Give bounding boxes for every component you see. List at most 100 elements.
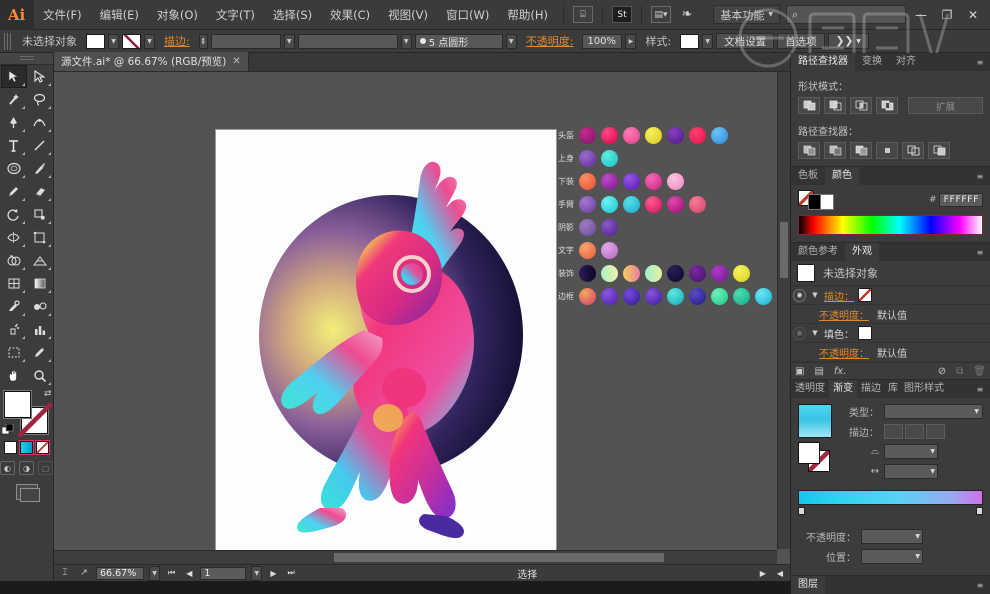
stroke-weight-stepper[interactable]: ▲ ▼ <box>198 33 208 49</box>
tab-color[interactable]: 颜色 <box>825 167 859 185</box>
full-screen-menu-mode-icon[interactable]: ◑ <box>19 461 34 475</box>
document-tab[interactable]: 源文件.ai* @ 66.67% (RGB/预览) ✕ <box>54 52 249 71</box>
hex-value-field[interactable]: FFFFFF <box>939 193 983 207</box>
stroke-dropdown-caret[interactable]: ▼ <box>144 33 155 49</box>
merge-icon[interactable] <box>850 142 872 159</box>
mesh-tool[interactable] <box>1 272 27 295</box>
artboard-number-field[interactable]: 1 <box>200 566 247 580</box>
lasso-tool[interactable] <box>27 88 53 111</box>
tab-layers[interactable]: 图层 <box>791 576 825 594</box>
control-bar-grip[interactable] <box>4 32 11 50</box>
swatch-dot[interactable] <box>601 242 618 259</box>
artboard-tool[interactable] <box>1 341 27 364</box>
swatch-dot[interactable] <box>645 196 662 213</box>
zoom-level-caret[interactable]: ▼ <box>149 565 160 581</box>
eyedropper-tool[interactable] <box>1 295 27 318</box>
symbol-sprayer-tool[interactable] <box>1 318 27 341</box>
minimize-button[interactable]: — <box>914 8 928 22</box>
panel-menu-icon[interactable]: ≡ <box>974 57 986 67</box>
toolbox-grip[interactable] <box>0 53 53 65</box>
brush-definition-caret[interactable]: ▼ <box>505 33 517 49</box>
status-menu-icon[interactable]: ▶ <box>757 569 769 578</box>
minus-back-icon[interactable] <box>928 142 950 159</box>
gradient-location-field[interactable]: ▼ <box>861 549 923 564</box>
swatch-dot[interactable] <box>667 288 684 305</box>
swatch-dot[interactable] <box>711 288 728 305</box>
expand-button[interactable]: 扩展 <box>908 97 983 114</box>
gradient-opacity-field[interactable]: ▼ <box>861 529 923 544</box>
curvature-tool[interactable] <box>27 111 53 134</box>
zoom-tool[interactable] <box>27 364 53 387</box>
swatch-dot[interactable] <box>667 127 684 144</box>
fill-color-thumb[interactable] <box>858 326 872 340</box>
swatch-dot[interactable] <box>601 150 618 167</box>
disclosure-triangle-icon[interactable]: ▼ <box>810 329 820 337</box>
paintbrush-tool[interactable] <box>27 157 53 180</box>
stroke-weight-field[interactable] <box>210 33 281 49</box>
graphic-style-swatch[interactable] <box>680 33 700 49</box>
swatch-dot[interactable] <box>601 265 618 282</box>
artboard-number-caret[interactable]: ▼ <box>251 565 263 581</box>
swatch-dot[interactable] <box>579 219 596 236</box>
swatch-dot[interactable] <box>623 127 640 144</box>
appearance-row-fill-opacity[interactable]: 不透明度： 默认值 <box>791 343 990 362</box>
swatch-dot[interactable] <box>623 288 640 305</box>
stroke-weight-label[interactable]: 描边: <box>158 33 196 49</box>
next-artboard-icon[interactable]: ▶ <box>267 569 279 578</box>
swatch-dot[interactable] <box>755 288 772 305</box>
stroke-profile-field[interactable] <box>297 33 398 49</box>
last-artboard-icon[interactable]: ⏭ <box>285 568 298 578</box>
swatch-dot[interactable] <box>579 265 596 282</box>
unite-icon[interactable] <box>798 97 820 114</box>
eraser-tool[interactable] <box>27 180 53 203</box>
preferences-button[interactable]: 首选项 <box>777 33 825 49</box>
appearance-row-stroke[interactable]: ◉ ▼ 描边： <box>791 286 990 305</box>
zoom-level-field[interactable]: 66.67% <box>96 566 144 580</box>
gradient-aspect-field[interactable]: ▼ <box>884 464 938 479</box>
swatch-dot[interactable] <box>689 288 706 305</box>
prev-artboard-icon[interactable]: ◀ <box>183 569 195 578</box>
direct-selection-tool[interactable] <box>27 65 53 88</box>
magic-wand-tool[interactable] <box>1 88 27 111</box>
ellipse-tool[interactable] <box>1 157 27 180</box>
stroke-profile-caret[interactable]: ▼ <box>400 33 412 49</box>
swatch-dot[interactable] <box>601 196 618 213</box>
swatch-dot[interactable] <box>579 150 596 167</box>
gradient-mode-icon[interactable] <box>20 441 33 454</box>
outline-icon[interactable] <box>902 142 924 159</box>
swatch-dot[interactable] <box>623 265 640 282</box>
divide-icon[interactable] <box>798 142 820 159</box>
swatch-dot[interactable] <box>667 196 684 213</box>
gradient-across-stroke-icon[interactable] <box>926 424 945 439</box>
normal-screen-mode-icon[interactable]: ◐ <box>0 461 15 475</box>
stock-icon[interactable]: St <box>611 6 632 23</box>
close-button[interactable]: ✕ <box>966 8 980 22</box>
close-icon[interactable]: ✕ <box>232 56 240 67</box>
disclosure-triangle-icon[interactable]: ▼ <box>810 291 820 299</box>
stroke-weight-caret[interactable]: ▼ <box>283 33 295 49</box>
add-new-stroke-icon[interactable]: ▣ <box>795 366 804 377</box>
tab-swatches[interactable]: 色板 <box>791 167 825 185</box>
opacity-label[interactable]: 不透明度: <box>520 33 580 49</box>
menu-help[interactable]: 帮助(H) <box>498 0 557 30</box>
add-new-effect-icon[interactable]: fx. <box>834 366 847 377</box>
perspective-grid-tool[interactable] <box>27 249 53 272</box>
swatch-dot[interactable] <box>667 173 684 190</box>
status-resize-icon[interactable]: ◀ <box>774 569 786 578</box>
white-swatch[interactable] <box>820 194 834 210</box>
tab-pathfinder[interactable]: 路径查找器 <box>791 53 855 71</box>
swatch-dot[interactable] <box>623 196 640 213</box>
selection-tool[interactable] <box>0 65 27 88</box>
column-graph-tool[interactable] <box>27 318 53 341</box>
gradient-along-stroke-icon[interactable] <box>905 424 924 439</box>
stroke-color-button[interactable] <box>122 33 141 49</box>
panel-menu-icon[interactable]: ≡ <box>974 247 986 257</box>
trim-icon[interactable] <box>824 142 846 159</box>
swatch-dot[interactable] <box>733 265 750 282</box>
scale-tool[interactable] <box>27 203 53 226</box>
gradient-angle-field[interactable]: ▼ <box>884 444 938 459</box>
tab-color-guide[interactable]: 颜色参考 <box>791 243 845 261</box>
tab-align[interactable]: 对齐 <box>889 53 923 71</box>
fill-color-button[interactable] <box>86 33 105 49</box>
swatch-dot[interactable] <box>645 265 662 282</box>
